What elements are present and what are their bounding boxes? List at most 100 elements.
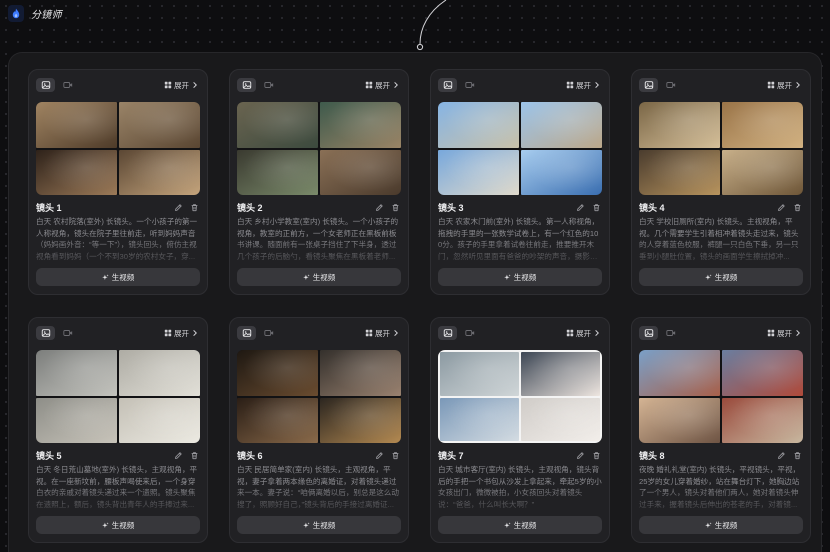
edit-button[interactable] bbox=[172, 449, 184, 461]
delete-button[interactable] bbox=[389, 201, 401, 213]
video-mode-button[interactable] bbox=[661, 78, 680, 92]
shot-card[interactable]: 展开 镜头 3 白天 农家木门前(室外) 长镜头。第一人称视角，拖拽的手里的一张… bbox=[430, 69, 610, 295]
storyboard-frame[interactable] bbox=[639, 397, 720, 443]
expand-button[interactable]: 展开 bbox=[566, 80, 602, 91]
delete-button[interactable] bbox=[188, 201, 200, 213]
generate-video-button[interactable]: 生视频 bbox=[639, 516, 803, 534]
expand-button[interactable]: 展开 bbox=[767, 80, 803, 91]
storyboard-image-grid[interactable] bbox=[438, 102, 602, 195]
delete-button[interactable] bbox=[590, 201, 602, 213]
delete-button[interactable] bbox=[389, 449, 401, 461]
edit-button[interactable] bbox=[373, 449, 385, 461]
image-mode-button[interactable] bbox=[36, 326, 55, 340]
storyboard-image-grid[interactable] bbox=[237, 102, 401, 195]
storyboard-frame[interactable] bbox=[119, 149, 200, 195]
storyboard-frame[interactable] bbox=[722, 350, 803, 396]
shot-card[interactable]: 展开 镜头 4 白天 学校旧厕所(室内) 长镜头。主视视角，平视。几个需要学生引… bbox=[631, 69, 811, 295]
video-mode-button[interactable] bbox=[661, 326, 680, 340]
storyboard-frame[interactable] bbox=[639, 149, 720, 195]
storyboard-frame[interactable] bbox=[722, 102, 803, 148]
delete-button[interactable] bbox=[791, 449, 803, 461]
generate-video-button[interactable]: 生视频 bbox=[639, 268, 803, 286]
storyboard-frame[interactable] bbox=[237, 102, 318, 148]
delete-button[interactable] bbox=[188, 449, 200, 461]
storyboard-image-grid[interactable] bbox=[237, 350, 401, 443]
storyboard-frame[interactable] bbox=[722, 397, 803, 443]
expand-button[interactable]: 展开 bbox=[767, 328, 803, 339]
edit-button[interactable] bbox=[373, 201, 385, 213]
expand-button[interactable]: 展开 bbox=[164, 80, 200, 91]
storyboard-frame[interactable] bbox=[36, 149, 117, 195]
image-mode-button[interactable] bbox=[36, 78, 55, 92]
storyboard-frame[interactable] bbox=[320, 149, 401, 195]
edit-button[interactable] bbox=[574, 449, 586, 461]
expand-button[interactable]: 展开 bbox=[365, 328, 401, 339]
expand-button[interactable]: 展开 bbox=[566, 328, 602, 339]
connector-handle[interactable] bbox=[416, 43, 424, 51]
generate-video-button[interactable]: 生视频 bbox=[438, 516, 602, 534]
storyboard-frame[interactable] bbox=[36, 102, 117, 148]
storyboard-frame[interactable] bbox=[36, 350, 117, 396]
expand-button[interactable]: 展开 bbox=[164, 328, 200, 339]
chevron-right-icon bbox=[394, 330, 398, 336]
generate-video-button[interactable]: 生视频 bbox=[438, 268, 602, 286]
storyboard-frame[interactable] bbox=[36, 397, 117, 443]
storyboard-frame[interactable] bbox=[237, 397, 318, 443]
storyboard-frame[interactable] bbox=[320, 350, 401, 396]
video-mode-button[interactable] bbox=[259, 326, 278, 340]
delete-button[interactable] bbox=[791, 201, 803, 213]
video-mode-button[interactable] bbox=[58, 326, 77, 340]
storyboard-frame[interactable] bbox=[521, 102, 602, 148]
storyboard-frame[interactable] bbox=[639, 102, 720, 148]
image-mode-button[interactable] bbox=[438, 326, 457, 340]
chevron-right-icon bbox=[796, 82, 800, 88]
edit-button[interactable] bbox=[775, 201, 787, 213]
storyboard-frame[interactable] bbox=[440, 397, 519, 441]
video-mode-button[interactable] bbox=[58, 78, 77, 92]
shot-card[interactable]: 展开 镜头 7 白天 城市客厅(室内) 长镜头，主观视角，镜头背后的手把一个书包… bbox=[430, 317, 610, 543]
image-mode-button[interactable] bbox=[237, 326, 256, 340]
storyboard-frame[interactable] bbox=[722, 149, 803, 195]
storyboard-frame[interactable] bbox=[521, 397, 600, 441]
shot-card[interactable]: 展开 镜头 1 白天 农村院落(室外) 长镜头。一个小孩子的第一人称视角，镜头在… bbox=[28, 69, 208, 295]
storyboard-image-grid[interactable] bbox=[438, 350, 602, 443]
generate-video-button[interactable]: 生视频 bbox=[237, 268, 401, 286]
storyboard-image-grid[interactable] bbox=[36, 102, 200, 195]
edit-button[interactable] bbox=[172, 201, 184, 213]
storyboard-frame[interactable] bbox=[438, 102, 519, 148]
storyboard-frame[interactable] bbox=[237, 350, 318, 396]
generate-video-button[interactable]: 生视频 bbox=[36, 516, 200, 534]
storyboard-frame[interactable] bbox=[440, 352, 519, 396]
storyboard-frame[interactable] bbox=[639, 350, 720, 396]
expand-button[interactable]: 展开 bbox=[365, 80, 401, 91]
shot-card[interactable]: 展开 镜头 5 白天 冬日荒山墓地(室外) 长镜头，主观视角，平视。在一座新坟前… bbox=[28, 317, 208, 543]
storyboard-frame[interactable] bbox=[521, 352, 600, 396]
image-mode-button[interactable] bbox=[639, 78, 658, 92]
edit-button[interactable] bbox=[775, 449, 787, 461]
generate-video-button[interactable]: 生视频 bbox=[36, 268, 200, 286]
shot-card[interactable]: 展开 镜头 8 夜晚 婚礼礼堂(室内) 长镜头，平视镜头，平视，25岁的女儿穿着… bbox=[631, 317, 811, 543]
storyboard-image-grid[interactable] bbox=[36, 350, 200, 443]
storyboard-frame[interactable] bbox=[119, 397, 200, 443]
image-mode-button[interactable] bbox=[438, 78, 457, 92]
storyboard-frame[interactable] bbox=[320, 397, 401, 443]
video-mode-button[interactable] bbox=[259, 78, 278, 92]
storyboard-frame[interactable] bbox=[237, 149, 318, 195]
generate-video-button[interactable]: 生视频 bbox=[237, 516, 401, 534]
storyboard-frame[interactable] bbox=[438, 149, 519, 195]
storyboard-frame[interactable] bbox=[119, 102, 200, 148]
shot-card[interactable]: 展开 镜头 2 白天 乡村小学教室(室内) 长镜头。一个小孩子的视角，教室的正前… bbox=[229, 69, 409, 295]
video-mode-button[interactable] bbox=[460, 326, 479, 340]
edit-button[interactable] bbox=[574, 201, 586, 213]
image-mode-button[interactable] bbox=[237, 78, 256, 92]
storyboard-frame[interactable] bbox=[521, 149, 602, 195]
shot-card[interactable]: 展开 镜头 6 白天 民居简单家(室内) 长镜头，主观视角，平视，妻子拿着两本缘… bbox=[229, 317, 409, 543]
storyboard-frame[interactable] bbox=[119, 350, 200, 396]
image-mode-button[interactable] bbox=[639, 326, 658, 340]
storyboard-image-grid[interactable] bbox=[639, 350, 803, 443]
chevron-right-icon bbox=[796, 330, 800, 336]
storyboard-image-grid[interactable] bbox=[639, 102, 803, 195]
delete-button[interactable] bbox=[590, 449, 602, 461]
storyboard-frame[interactable] bbox=[320, 102, 401, 148]
video-mode-button[interactable] bbox=[460, 78, 479, 92]
